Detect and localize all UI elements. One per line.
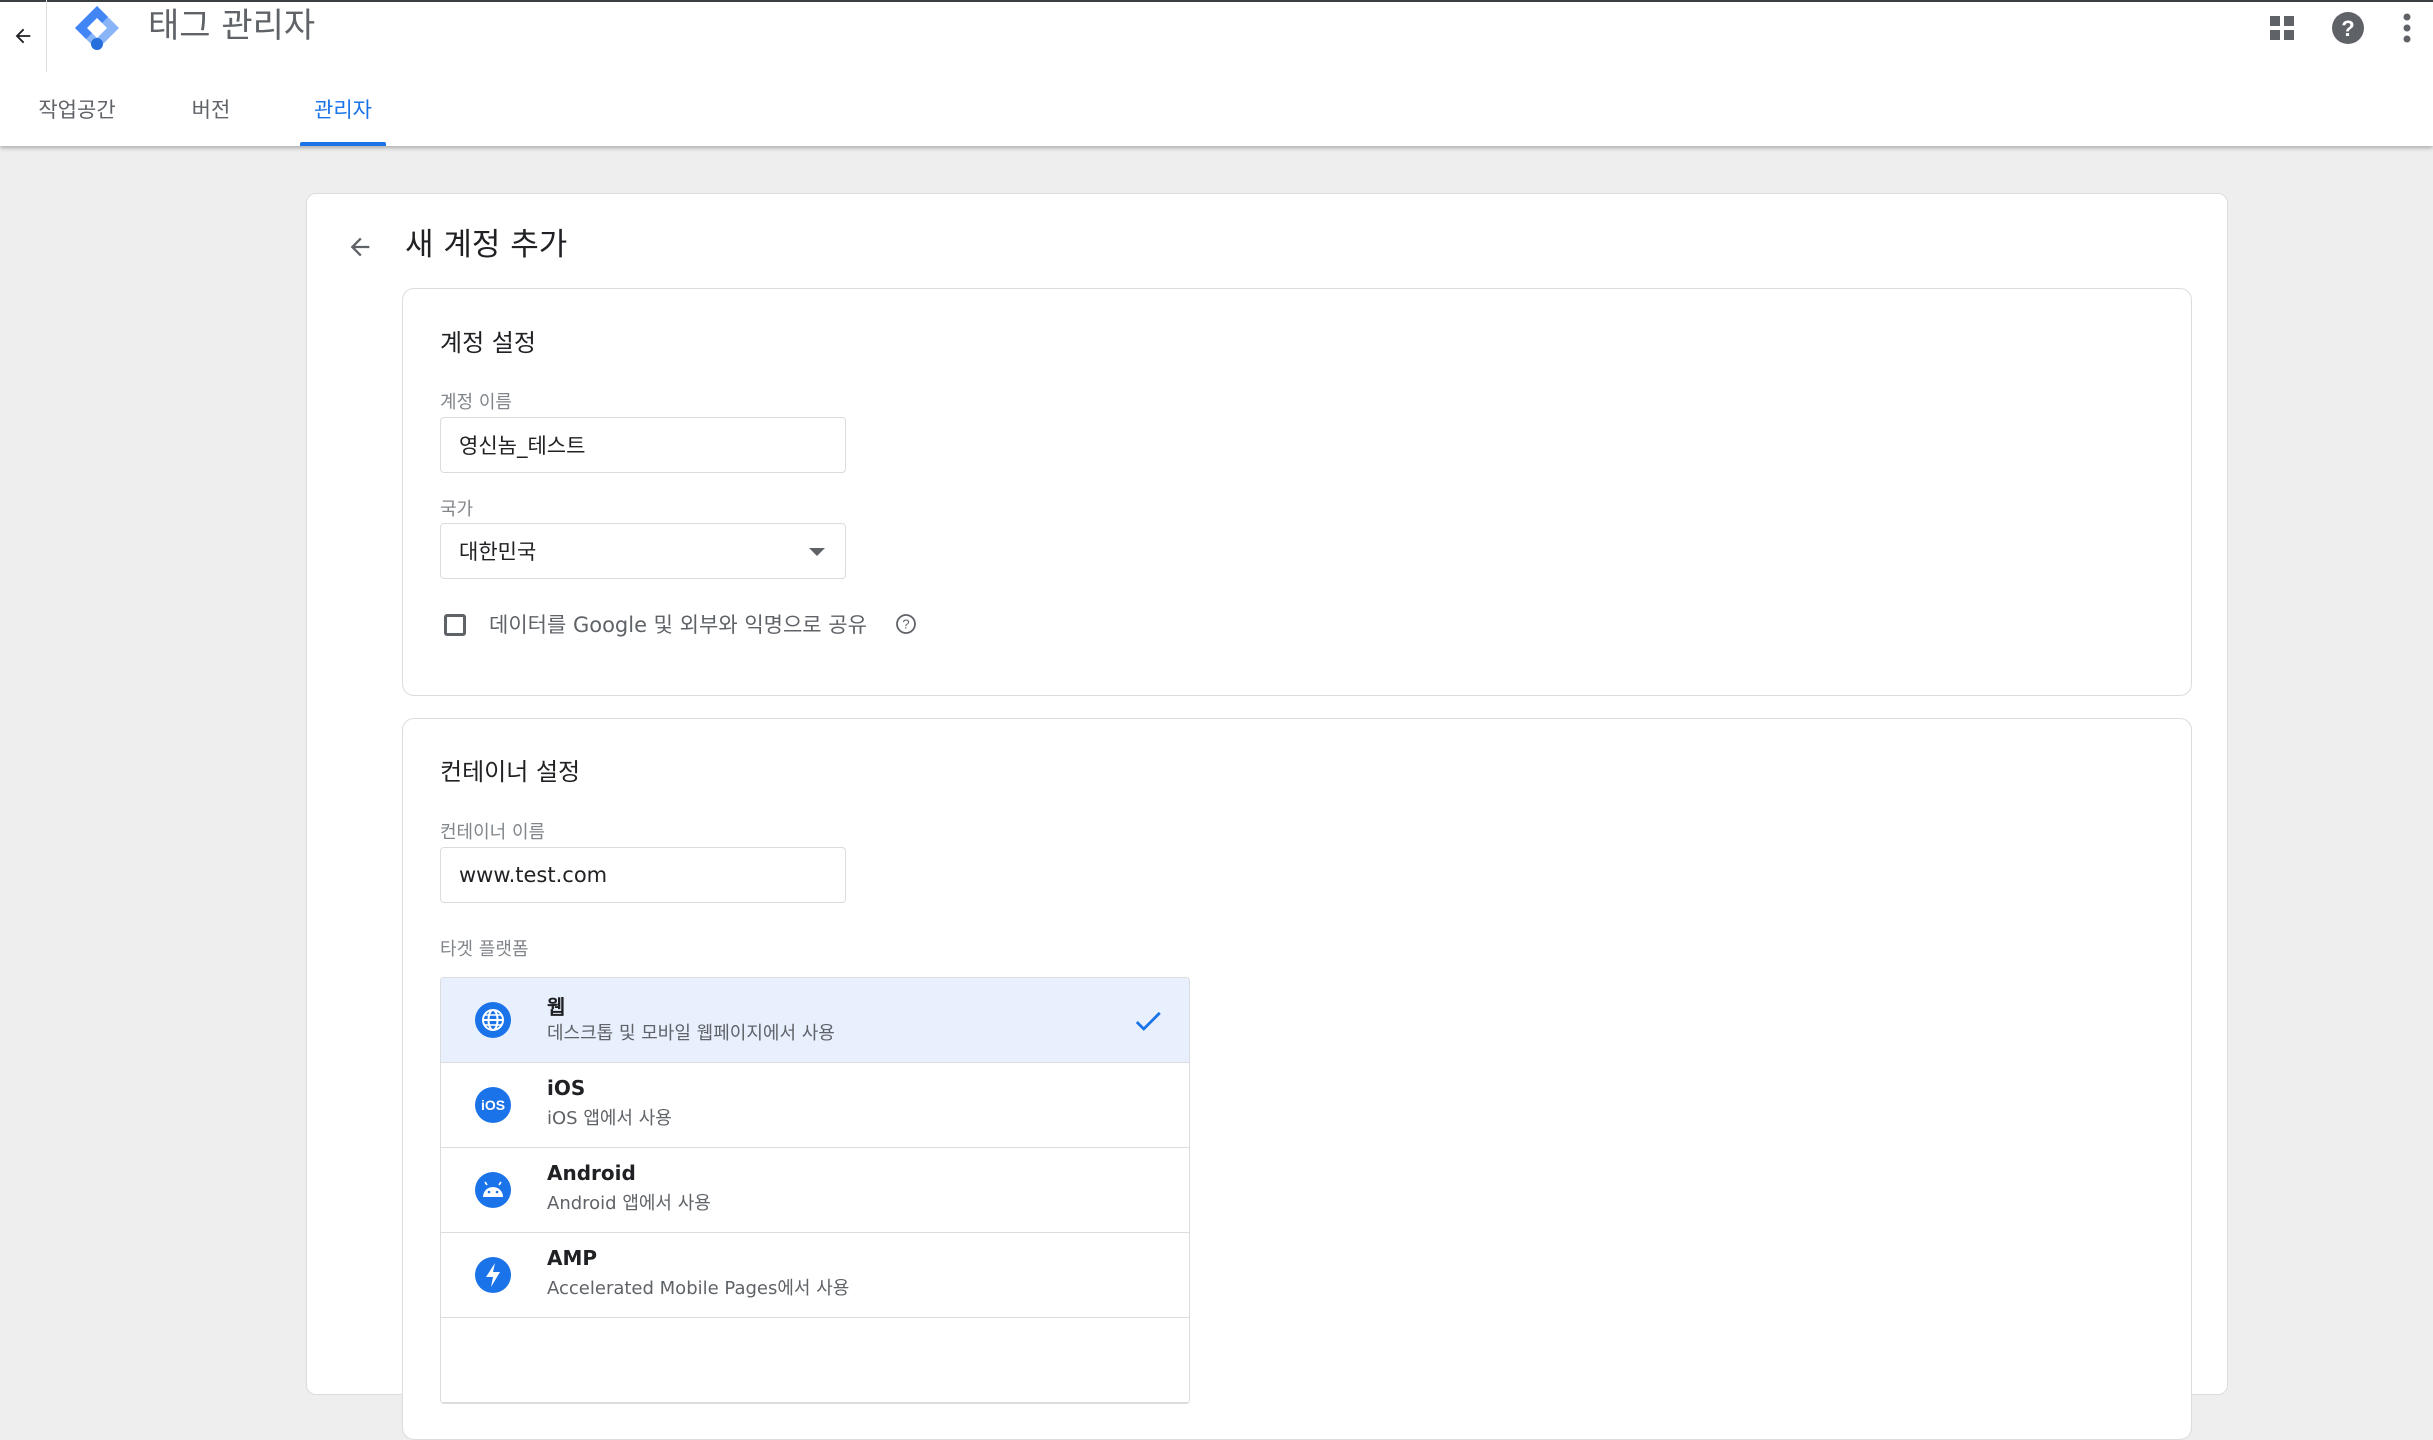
dropdown-arrow-icon bbox=[809, 548, 825, 556]
more-vert-icon bbox=[2403, 13, 2411, 43]
platform-desc: Accelerated Mobile Pages에서 사용 bbox=[547, 1278, 850, 1299]
share-data-checkbox[interactable] bbox=[444, 614, 466, 636]
container-name-value: www.test.com bbox=[459, 863, 608, 887]
account-settings-card: 계정 설정 계정 이름 영신놈_테스트 국가 대한민국 데이터를 Google … bbox=[402, 288, 2192, 696]
apps-grid-button[interactable] bbox=[2264, 10, 2300, 46]
nav-tabs: 작업공간 버전 관리자 bbox=[0, 72, 600, 146]
ios-icon: iOS bbox=[475, 1087, 511, 1123]
arrow-back-icon bbox=[350, 237, 370, 257]
platform-option-web[interactable]: 웹 데스크톱 및 모바일 웹페이지에서 사용 bbox=[441, 978, 1189, 1063]
share-data-label: 데이터를 Google 및 외부와 익명으로 공유 bbox=[489, 613, 867, 637]
globe-icon bbox=[475, 1002, 511, 1038]
top-app-bar: 태그 관리자 ? 작업공간 버전 관리자 bbox=[0, 0, 2433, 146]
account-name-value: 영신놈_테스트 bbox=[459, 434, 586, 458]
tab-workspace[interactable]: 작업공간 bbox=[22, 72, 132, 146]
platform-name: Android bbox=[547, 1161, 636, 1185]
platform-name: 웹 bbox=[547, 995, 566, 1019]
container-settings-card: 컨테이너 설정 컨테이너 이름 www.test.com 타겟 플랫폼 웹 데스… bbox=[402, 718, 2192, 1440]
tag-manager-logo-icon bbox=[75, 6, 119, 50]
container-name-label: 컨테이너 이름 bbox=[440, 822, 546, 843]
target-platform-label: 타겟 플랫폼 bbox=[440, 939, 529, 960]
help-icon: ? bbox=[2332, 12, 2364, 44]
platform-option-ios[interactable]: iOS iOS iOS 앱에서 사용 bbox=[441, 1063, 1189, 1148]
svg-text:?: ? bbox=[902, 617, 909, 632]
country-select[interactable]: 대한민국 bbox=[440, 523, 846, 579]
tab-versions[interactable]: 버전 bbox=[172, 72, 250, 146]
country-label: 국가 bbox=[440, 499, 474, 520]
account-name-field[interactable]: 영신놈_테스트 bbox=[440, 417, 846, 473]
check-icon bbox=[1135, 1011, 1161, 1031]
more-options-button[interactable] bbox=[2392, 10, 2422, 46]
panel-back-button[interactable] bbox=[339, 226, 381, 268]
container-settings-title: 컨테이너 설정 bbox=[440, 758, 581, 786]
page-title: 새 계정 추가 bbox=[405, 227, 568, 263]
platform-name: AMP bbox=[547, 1246, 598, 1270]
container-name-field[interactable]: www.test.com bbox=[440, 847, 846, 903]
platform-option-android[interactable]: Android Android 앱에서 사용 bbox=[441, 1148, 1189, 1233]
svg-text:?: ? bbox=[2341, 16, 2354, 41]
platform-list: 웹 데스크톱 및 모바일 웹페이지에서 사용 iOS iOS iOS 앱에서 사… bbox=[440, 977, 1190, 1404]
platform-name: iOS bbox=[547, 1076, 586, 1100]
back-button[interactable] bbox=[0, 0, 47, 72]
android-icon bbox=[475, 1172, 511, 1208]
help-button[interactable]: ? bbox=[2330, 10, 2366, 46]
account-name-label: 계정 이름 bbox=[440, 392, 512, 413]
app-title: 태그 관리자 bbox=[148, 6, 316, 46]
platform-desc: Android 앱에서 사용 bbox=[547, 1193, 711, 1214]
platform-option-amp[interactable]: AMP Accelerated Mobile Pages에서 사용 bbox=[441, 1233, 1189, 1318]
help-outline-icon[interactable]: ? bbox=[895, 613, 917, 635]
apps-grid-icon bbox=[2270, 16, 2294, 40]
add-account-panel: 새 계정 추가 계정 설정 계정 이름 영신놈_테스트 국가 대한민국 데이터를… bbox=[306, 193, 2228, 1440]
account-settings-title: 계정 설정 bbox=[440, 329, 536, 357]
svg-text:iOS: iOS bbox=[481, 1097, 505, 1113]
amp-bolt-icon bbox=[475, 1257, 511, 1293]
platform-desc: 데스크톱 및 모바일 웹페이지에서 사용 bbox=[547, 1023, 835, 1044]
platform-option-more[interactable] bbox=[441, 1318, 1189, 1403]
top-border bbox=[0, 0, 2433, 2]
tab-admin[interactable]: 관리자 bbox=[300, 72, 386, 146]
country-value: 대한민국 bbox=[459, 540, 537, 564]
arrow-back-icon bbox=[15, 28, 31, 44]
platform-desc: iOS 앱에서 사용 bbox=[547, 1108, 672, 1129]
